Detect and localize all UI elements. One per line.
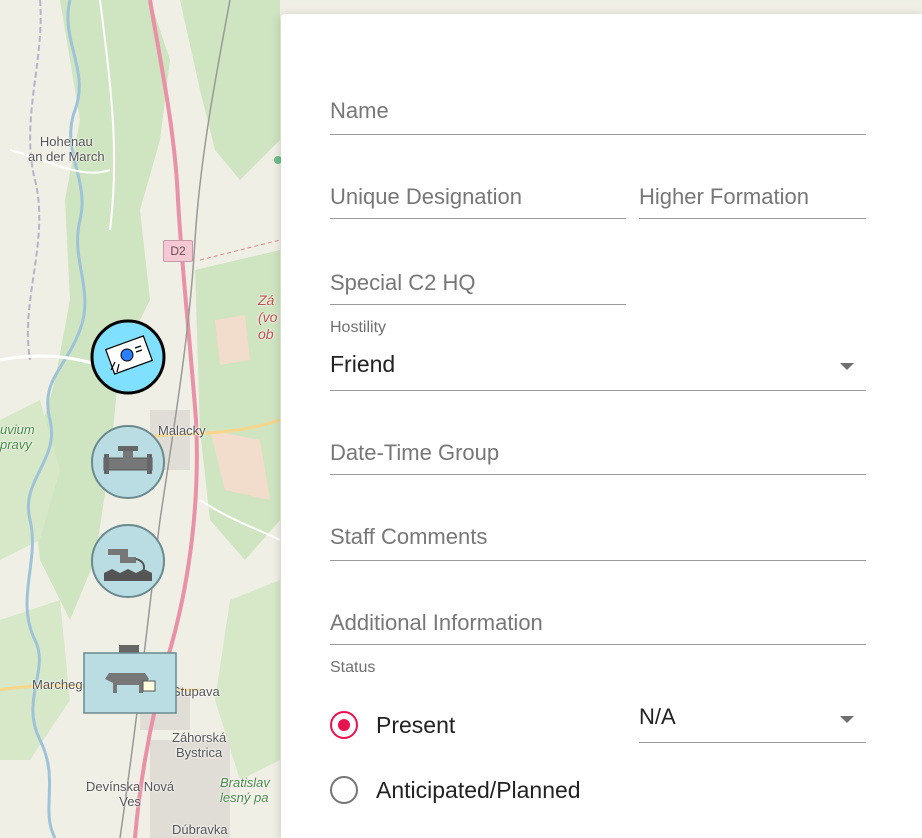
radio-checked-icon xyxy=(330,711,358,739)
unique-designation-input[interactable] xyxy=(330,182,626,212)
map-marker[interactable] xyxy=(83,645,179,720)
map-marker[interactable] xyxy=(90,424,166,505)
chevron-down-icon xyxy=(840,716,854,723)
radio-unchecked-icon xyxy=(330,776,358,804)
name-field[interactable] xyxy=(330,96,866,135)
hostility-label: Hostility xyxy=(330,319,387,336)
additional-information-input[interactable] xyxy=(330,608,866,638)
special-c2-hq-field[interactable] xyxy=(330,268,626,305)
name-input[interactable] xyxy=(330,96,866,126)
place-label-marchegg: Marchegg xyxy=(32,677,90,692)
status-option-label: Present xyxy=(376,711,456,738)
higher-formation-field[interactable] xyxy=(639,182,866,219)
status-radio-anticipated[interactable]: Anticipated/Planned xyxy=(330,776,581,804)
unit-properties-panel: Hostility Friend Status Present N/A Anti… xyxy=(281,14,922,838)
place-label-zahorska-bystrica: Záhorská Bystrica xyxy=(172,730,227,760)
place-label-hohenau: Hohenau an der March xyxy=(28,134,105,164)
special-c2-hq-input[interactable] xyxy=(330,268,626,298)
status-option-label: Anticipated/Planned xyxy=(376,776,581,803)
place-label-dubravka: Dúbravka xyxy=(172,822,228,837)
veterinary-unit-icon xyxy=(83,645,177,714)
map-marker[interactable] xyxy=(90,523,166,604)
staff-comments-input[interactable] xyxy=(330,522,866,552)
road-shield-d2: D2 xyxy=(163,240,193,262)
place-label-devinska-nova-ves: Devínska Nová Ves xyxy=(86,779,175,809)
map-marker-selected[interactable] xyxy=(89,318,167,401)
staff-comments-field[interactable] xyxy=(330,522,866,561)
hostility-select[interactable]: Friend xyxy=(330,351,866,391)
water-supply-unit-icon xyxy=(91,524,165,598)
status-radio-present[interactable]: Present xyxy=(330,711,455,739)
chevron-down-icon xyxy=(840,363,854,370)
place-label-alluvium: uvium pravy xyxy=(0,422,35,452)
higher-formation-input[interactable] xyxy=(639,182,866,212)
place-label-zahorie: Zá (vo ob xyxy=(258,292,278,342)
sensor-unit-icon xyxy=(90,319,166,395)
additional-information-field[interactable] xyxy=(330,608,866,645)
pipeline-unit-icon xyxy=(91,425,165,499)
hostility-value: Friend xyxy=(330,351,396,377)
place-label-stupava: Stupava xyxy=(172,684,220,699)
status-label: Status xyxy=(330,659,376,676)
status-condition-value: N/A xyxy=(639,704,676,729)
place-label-bratislava-forest: Bratislav lesný pa xyxy=(220,775,270,805)
date-time-group-field[interactable] xyxy=(330,438,866,475)
status-condition-select[interactable]: N/A xyxy=(639,704,866,743)
unique-designation-field[interactable] xyxy=(330,182,626,219)
date-time-group-input[interactable] xyxy=(330,438,866,468)
